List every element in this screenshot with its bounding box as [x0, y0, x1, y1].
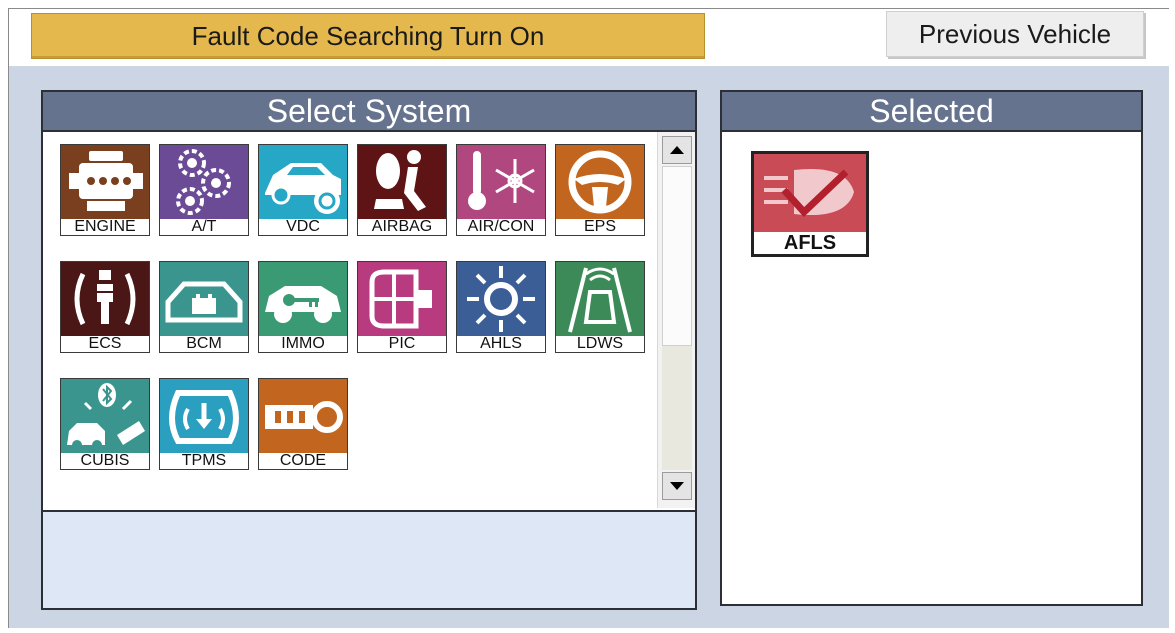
selected-title: Selected — [722, 92, 1141, 132]
scroll-thumb[interactable] — [662, 166, 692, 346]
gears-icon — [160, 145, 248, 219]
main-frame: Select System ENGINE A/T VDC AIRBAG AIR/… — [8, 66, 1169, 628]
system-tile-code[interactable]: CODE — [258, 378, 348, 470]
system-tile-engine[interactable]: ENGINE — [60, 144, 150, 236]
system-label: CUBIS — [80, 453, 130, 469]
system-tile-vdc[interactable]: VDC — [258, 144, 348, 236]
car-wheel-icon — [259, 145, 347, 219]
system-label: TPMS — [181, 453, 227, 469]
suspension-icon — [61, 262, 149, 336]
system-tile-ecs[interactable]: ECS — [60, 261, 150, 353]
system-label: BCM — [186, 336, 222, 352]
smart-key-icon — [358, 262, 446, 336]
system-info-area — [43, 510, 695, 608]
system-tile-tpms[interactable]: TPMS — [159, 378, 249, 470]
scroll-track[interactable] — [662, 346, 692, 470]
top-toolbar: Fault Code Searching Turn On Previous Ve… — [8, 8, 1169, 67]
system-label: AHLS — [480, 336, 522, 352]
system-tile-cubis[interactable]: CUBIS — [60, 378, 150, 470]
system-label: PIC — [388, 336, 416, 352]
system-tile-bcm[interactable]: BCM — [159, 261, 249, 353]
engine-icon — [61, 145, 149, 219]
system-scrollbar[interactable] — [657, 132, 695, 508]
system-tile-eps[interactable]: EPS — [555, 144, 645, 236]
system-label: ENGINE — [74, 219, 136, 235]
system-tile-immo[interactable]: IMMO — [258, 261, 348, 353]
adaptive-headlight-icon — [754, 154, 866, 232]
system-label: EPS — [583, 219, 616, 235]
arrow-up-icon — [670, 146, 684, 154]
steering-wheel-icon — [556, 145, 644, 219]
select-system-title: Select System — [43, 92, 695, 132]
airbag-icon — [358, 145, 446, 219]
tire-pressure-icon — [160, 379, 248, 453]
system-tile-ldws[interactable]: LDWS — [555, 261, 645, 353]
arrow-down-icon — [670, 482, 684, 490]
system-grid: ENGINE A/T VDC AIRBAG AIR/CON EPS ECS BC… — [43, 132, 657, 508]
system-label: CODE — [279, 453, 327, 469]
scroll-down-button[interactable] — [662, 472, 692, 500]
system-label: IMMO — [281, 336, 325, 352]
car-battery-icon — [160, 262, 248, 336]
system-label: AIRBAG — [371, 219, 433, 235]
headlight-sun-icon — [457, 262, 545, 336]
system-tile-airbag[interactable]: AIRBAG — [357, 144, 447, 236]
previous-vehicle-button[interactable]: Previous Vehicle — [886, 11, 1144, 57]
system-tile-at[interactable]: A/T — [159, 144, 249, 236]
system-label: ECS — [88, 336, 122, 352]
selected-panel: Selected AFLS — [720, 90, 1143, 606]
key-code-icon — [259, 379, 347, 453]
fault-code-search-button[interactable]: Fault Code Searching Turn On — [31, 13, 705, 59]
system-tile-ahls[interactable]: AHLS — [456, 261, 546, 353]
thermometer-snowflake-icon — [457, 145, 545, 219]
bluetooth-car-icon — [61, 379, 149, 453]
system-label: A/T — [191, 219, 217, 235]
scroll-up-button[interactable] — [662, 136, 692, 164]
system-label: VDC — [286, 219, 320, 235]
select-system-panel: Select System ENGINE A/T VDC AIRBAG AIR/… — [41, 90, 697, 610]
system-label: LDWS — [576, 336, 624, 352]
system-tile-pic[interactable]: PIC — [357, 261, 447, 353]
car-key-icon — [259, 262, 347, 336]
selected-item-label: AFLS — [783, 232, 837, 254]
lane-departure-icon — [556, 262, 644, 336]
system-label: AIR/CON — [467, 219, 535, 235]
system-tile-aircon[interactable]: AIR/CON — [456, 144, 546, 236]
selected-item-afls[interactable]: AFLS — [751, 151, 869, 257]
selected-list: AFLS — [722, 132, 1141, 604]
